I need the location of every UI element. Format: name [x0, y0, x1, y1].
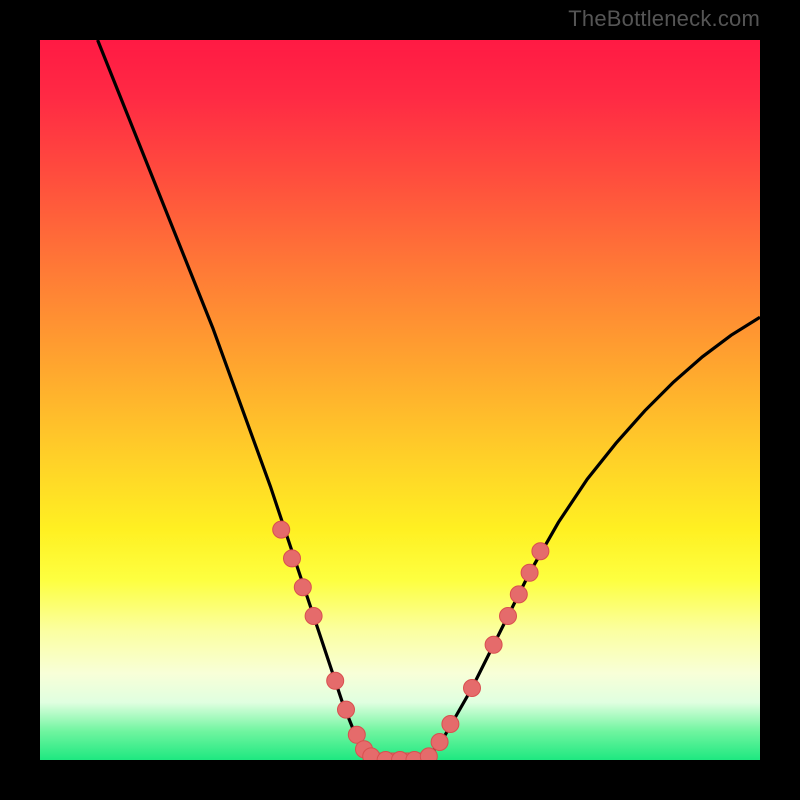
curve-marker — [420, 748, 437, 760]
watermark-text: TheBottleneck.com — [568, 6, 760, 32]
curve-marker — [485, 636, 502, 653]
curve-marker — [532, 543, 549, 560]
curve-markers — [273, 521, 549, 760]
curve-marker — [500, 608, 517, 625]
curve-marker — [305, 608, 322, 625]
curve-marker — [464, 680, 481, 697]
curve-marker — [327, 672, 344, 689]
curve-svg — [40, 40, 760, 760]
bottleneck-curve — [98, 40, 760, 760]
curve-marker — [431, 734, 448, 751]
curve-marker — [284, 550, 301, 567]
curve-marker — [338, 701, 355, 718]
curve-marker — [442, 716, 459, 733]
plot-area — [40, 40, 760, 760]
chart-container: TheBottleneck.com — [0, 0, 800, 800]
curve-marker — [521, 564, 538, 581]
curve-marker — [510, 586, 527, 603]
curve-marker — [294, 579, 311, 596]
curve-marker — [273, 521, 290, 538]
